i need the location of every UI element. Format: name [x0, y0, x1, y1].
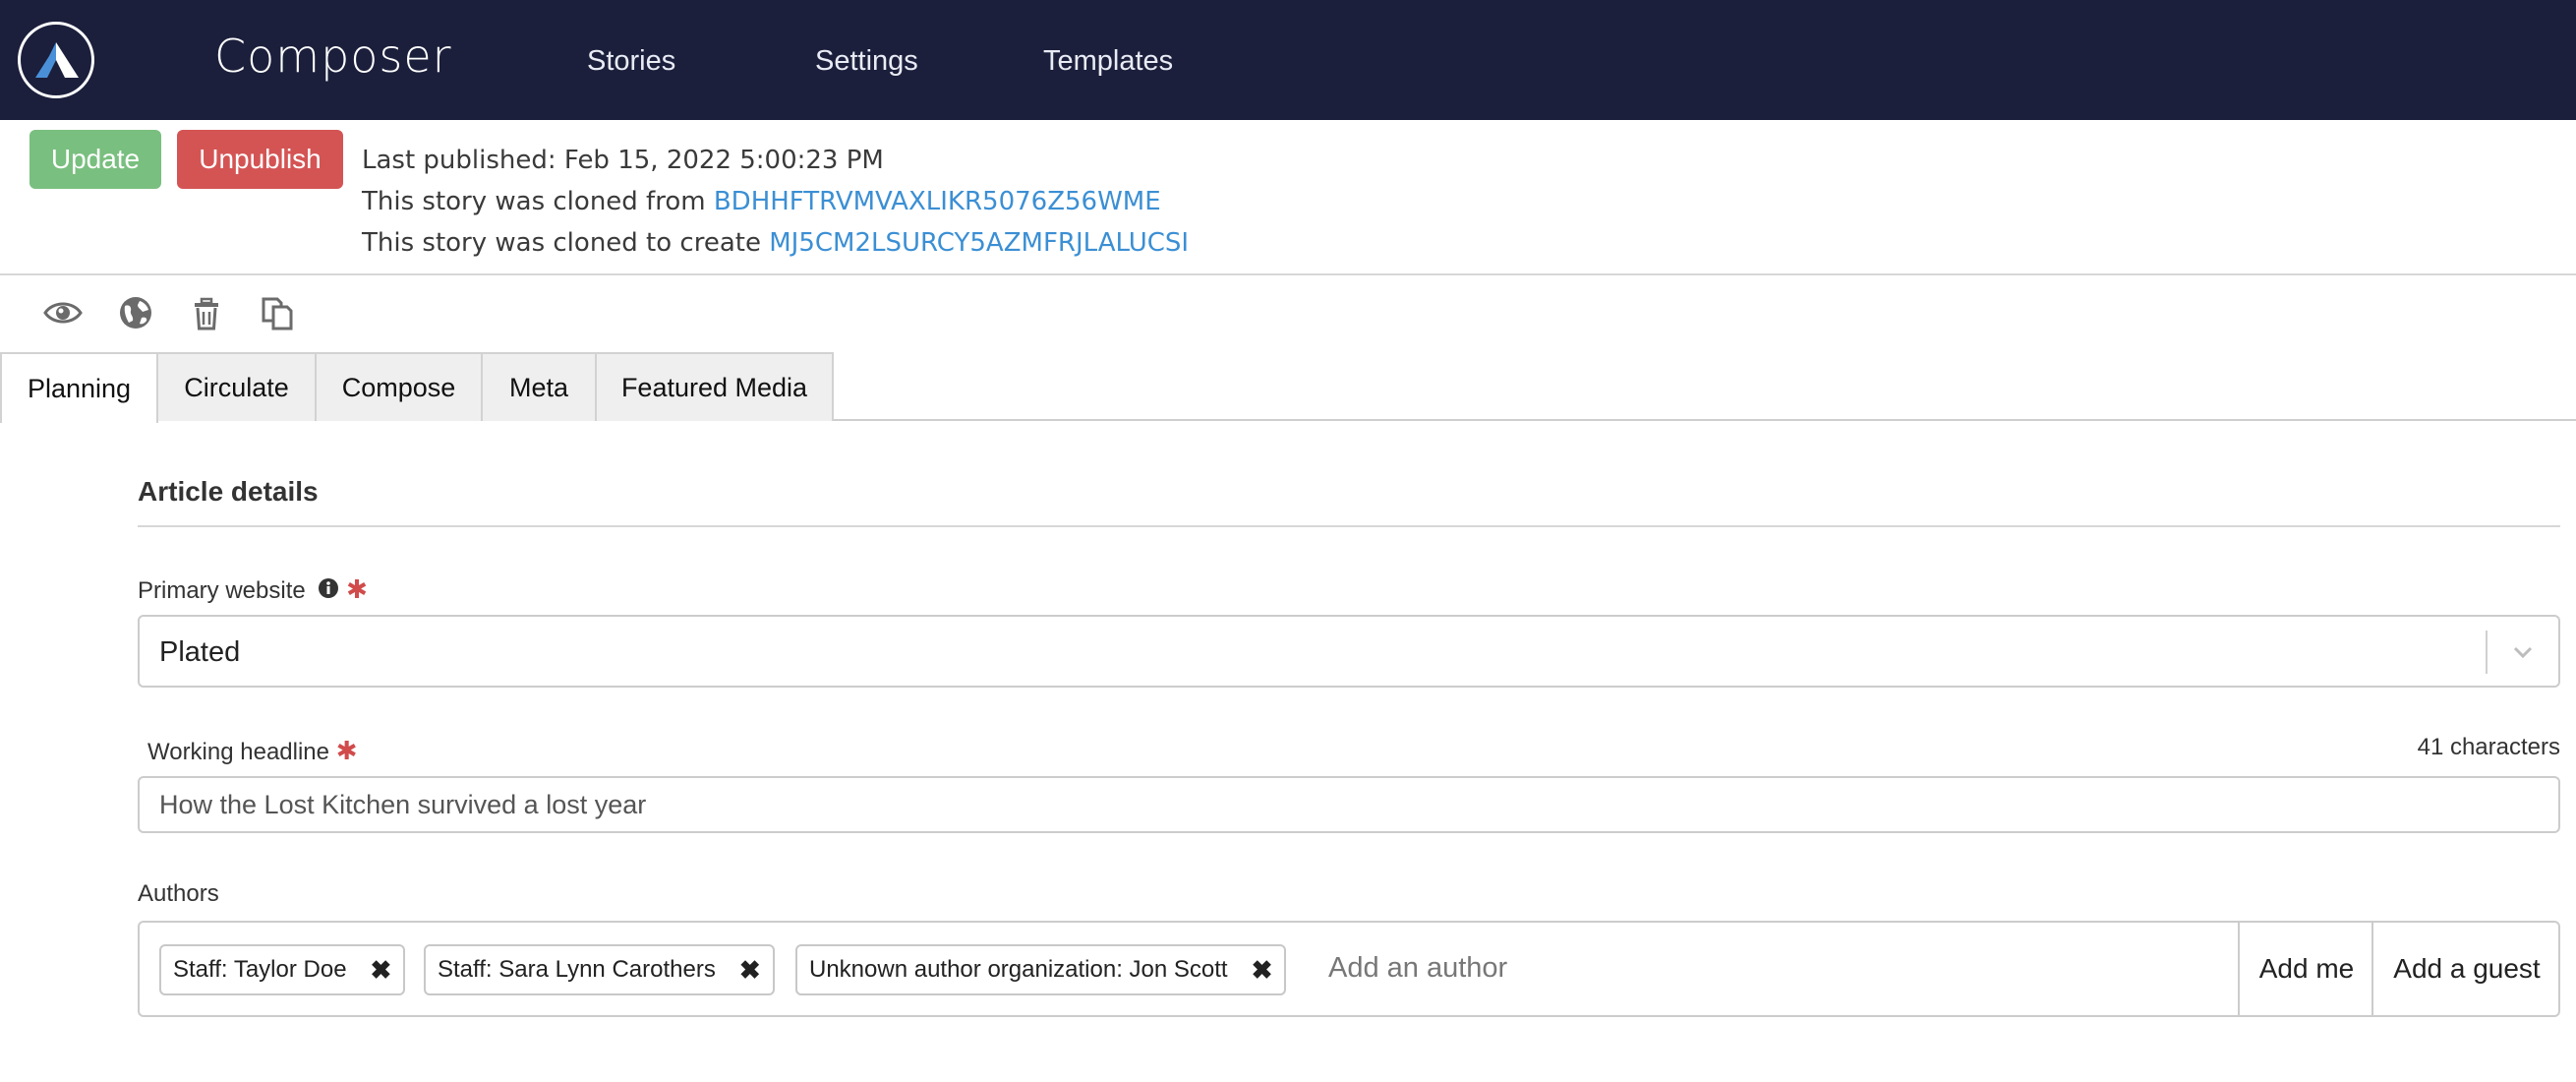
author-chip-label: Staff: Sara Lynn Carothers [438, 956, 716, 983]
primary-website-label: Primary website ✱ [138, 574, 368, 606]
required-asterisk-icon: ✱ [335, 736, 358, 765]
author-chip-label: Unknown author organization: Jon Scott [809, 956, 1228, 983]
remove-author-icon[interactable]: ✖ [739, 955, 761, 986]
copy-icon[interactable] [258, 293, 297, 332]
author-chip: Staff: Taylor Doe ✖ [159, 944, 406, 995]
tab-circulate[interactable]: Circulate [156, 352, 317, 421]
globe-icon[interactable] [116, 293, 155, 332]
last-published-text: Last published: Feb 15, 2022 5:00:23 PM [362, 146, 884, 175]
cloned-from-line: This story was cloned from BDHHFTRVMVAXL… [362, 187, 1161, 216]
cloned-to-prefix: This story was cloned to create [362, 228, 770, 258]
add-author-input[interactable]: Add an author [1328, 952, 1507, 985]
nav-settings[interactable]: Settings [815, 45, 918, 78]
divider [0, 273, 2576, 275]
remove-author-icon[interactable]: ✖ [371, 955, 392, 986]
authors-label: Authors [138, 880, 219, 907]
add-guest-button[interactable]: Add a guest [2371, 923, 2560, 1015]
cloned-to-link[interactable]: MJ5CM2LSURCY5AZMFRJLALUCSI [769, 228, 1189, 258]
char-count: 41 characters [2417, 734, 2560, 760]
cloned-from-link[interactable]: BDHHFTRVMVAXLIKR5076Z56WME [714, 187, 1161, 216]
tab-bar: Planning Circulate Compose Meta Featured… [0, 352, 2576, 423]
eye-icon[interactable] [43, 293, 83, 332]
unpublish-button[interactable]: Unpublish [177, 130, 343, 189]
nav-templates[interactable]: Templates [1043, 45, 1173, 78]
author-chip: Staff: Sara Lynn Carothers ✖ [424, 944, 775, 995]
authors-field: Staff: Taylor Doe ✖ Staff: Sara Lynn Car… [138, 921, 2560, 1017]
tab-planning[interactable]: Planning [0, 352, 158, 423]
top-bar: Composer Stories Settings Templates [0, 0, 2576, 120]
app-title: Composer [214, 30, 452, 83]
select-separator [2486, 631, 2488, 674]
logo-icon[interactable] [18, 22, 94, 98]
tab-compose[interactable]: Compose [315, 352, 483, 421]
remove-author-icon[interactable]: ✖ [1252, 955, 1273, 986]
working-headline-label: Working headline ✱ [147, 736, 357, 766]
required-asterisk-icon: ✱ [346, 574, 368, 604]
section-title: Article details [138, 476, 319, 507]
chevron-down-icon[interactable] [2509, 638, 2537, 671]
working-headline-label-text: Working headline [147, 739, 330, 765]
tab-meta[interactable]: Meta [481, 352, 597, 421]
tab-featured-media[interactable]: Featured Media [595, 352, 834, 421]
author-chip-label: Staff: Taylor Doe [173, 956, 347, 983]
cloned-to-line: This story was cloned to create MJ5CM2LS… [362, 228, 1189, 258]
update-button[interactable]: Update [29, 130, 161, 189]
section-divider [138, 525, 2560, 527]
author-chip: Unknown author organization: Jon Scott ✖ [795, 944, 1287, 995]
info-icon[interactable] [318, 577, 339, 606]
cloned-from-prefix: This story was cloned from [362, 187, 714, 216]
trash-icon[interactable] [187, 293, 226, 332]
primary-website-select[interactable]: Plated [138, 615, 2560, 688]
add-me-button[interactable]: Add me [2238, 923, 2373, 1015]
primary-website-label-text: Primary website [138, 577, 306, 604]
nav-stories[interactable]: Stories [587, 45, 675, 78]
primary-website-value: Plated [159, 636, 241, 668]
working-headline-input[interactable]: How the Lost Kitchen survived a lost yea… [138, 776, 2560, 833]
